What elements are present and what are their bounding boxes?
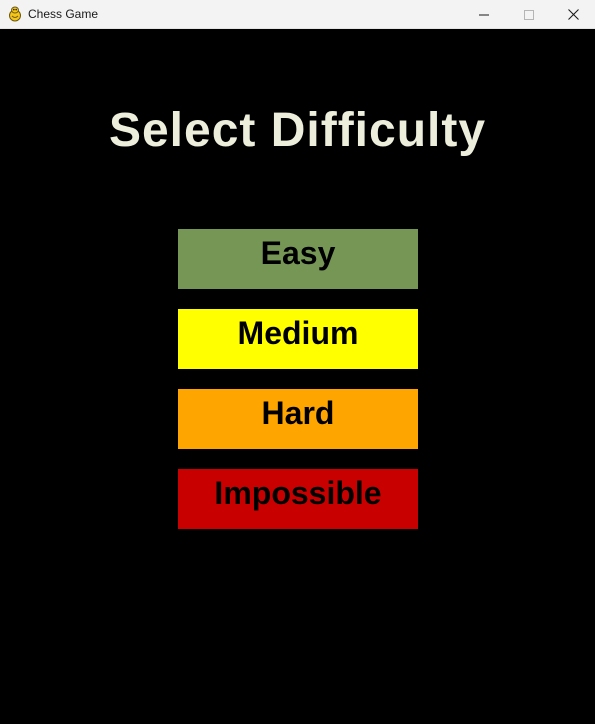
app-window: Chess Game Select Difficulty Easy Medium… — [0, 0, 595, 724]
game-screen: Select Difficulty Easy Medium Hard Impos… — [0, 29, 595, 724]
maximize-button[interactable] — [506, 0, 552, 29]
minimize-button[interactable] — [461, 0, 507, 29]
close-icon — [567, 9, 579, 20]
pygame-snake-icon — [7, 6, 23, 22]
hard-button[interactable]: Hard — [178, 389, 418, 449]
page-title: Select Difficulty — [108, 104, 487, 157]
minimize-icon — [479, 10, 489, 20]
medium-button[interactable]: Medium — [178, 309, 418, 369]
title-bar[interactable]: Chess Game — [0, 0, 595, 29]
window-title: Chess Game — [28, 7, 99, 21]
maximize-icon — [524, 9, 534, 20]
impossible-button[interactable]: Impossible — [178, 469, 418, 529]
easy-button[interactable]: Easy — [178, 229, 418, 289]
close-button[interactable] — [551, 0, 595, 29]
